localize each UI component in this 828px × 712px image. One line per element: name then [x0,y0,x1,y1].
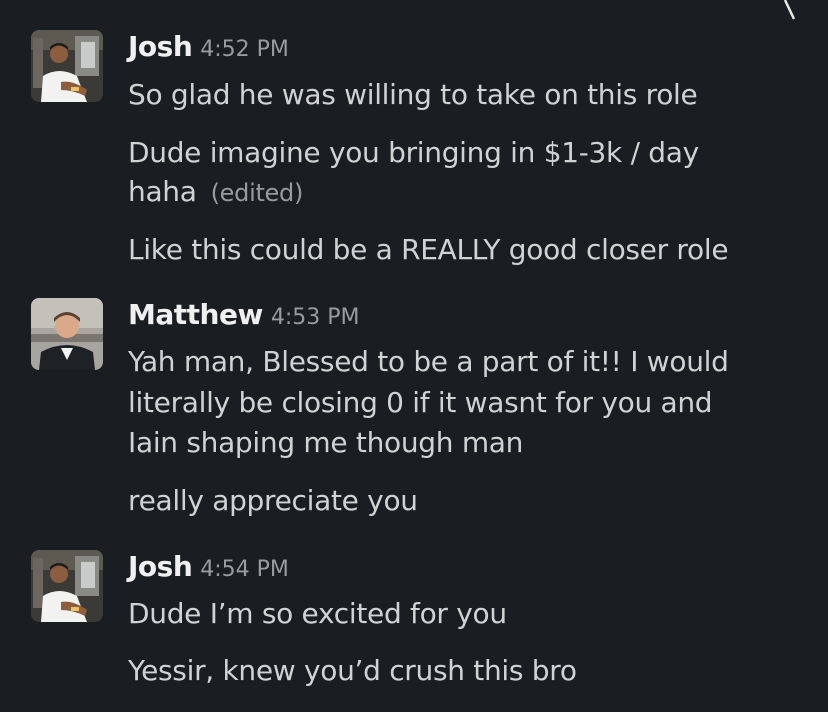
message-content: Josh 4:52 PM So glad he was willing to ta… [128,28,808,266]
message-text: really appreciate you [128,484,418,517]
sender-name[interactable]: Josh [128,550,193,583]
message-text: Iain shaping me though man [128,426,524,459]
corner-stroke-icon [783,0,796,20]
person-avatar-icon [31,550,103,622]
person-avatar-icon [31,298,103,370]
message-text-line: haha [128,175,197,208]
sender-name[interactable]: Matthew [128,298,263,331]
message-text: Yah man, Blessed to be a part of it!! I … [128,345,729,378]
person-avatar-icon [31,30,103,102]
message-header: Josh 4:52 PM [128,28,808,66]
message-header: Matthew 4:53 PM [128,296,808,334]
message-timestamp[interactable]: 4:54 PM [200,557,289,582]
message-content: Josh 4:54 PM Dude I’m so excited for you … [128,548,808,687]
message-text: Yessir, knew you’d crush this bro [128,654,577,687]
message-group-josh-2: Josh 4:54 PM Dude I’m so excited for you … [0,548,828,698]
message-text: Dude imagine you bringing in $1-3k / day [128,136,699,169]
message-group-matthew: Matthew 4:53 PM Yah man, Blessed to be a … [0,296,828,526]
message-text: Like this could be a REALLY good closer … [128,233,729,266]
sender-name[interactable]: Josh [128,30,193,63]
message-text: literally be closing 0 if it wasnt for y… [128,386,713,419]
message-text: So glad he was willing to take on this r… [128,78,698,111]
message-timestamp[interactable]: 4:52 PM [200,37,289,62]
message-timestamp[interactable]: 4:53 PM [271,305,360,330]
message-text: haha (edited) [128,173,303,212]
message-header: Josh 4:54 PM [128,548,808,586]
message-group-josh-1: Josh 4:52 PM So glad he was willing to ta… [0,28,828,278]
edited-label: (edited) [210,179,304,207]
avatar-josh[interactable] [31,550,103,622]
message-content: Matthew 4:53 PM Yah man, Blessed to be a … [128,296,808,517]
avatar-josh[interactable] [31,30,103,102]
message-text: Dude I’m so excited for you [128,597,507,630]
avatar-matthew[interactable] [31,298,103,370]
